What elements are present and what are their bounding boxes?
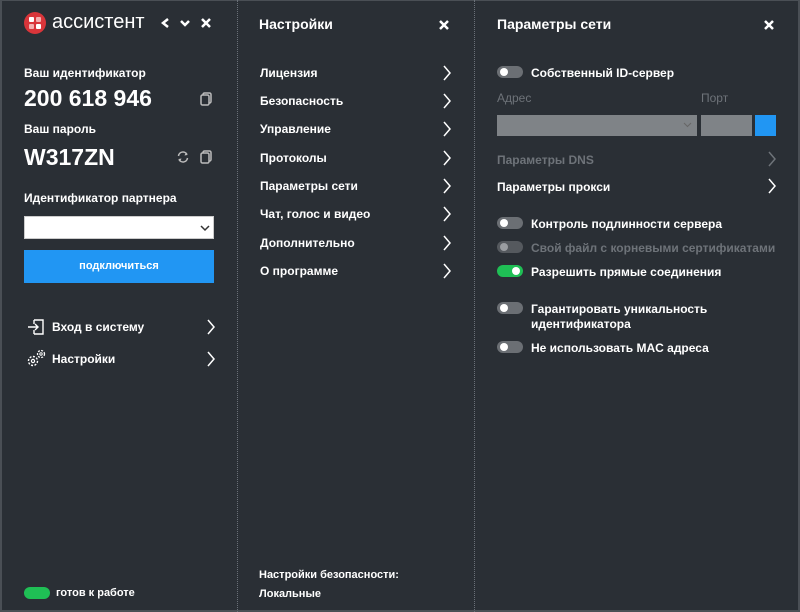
unique-id-label: Гарантировать уникальность идентификатор…	[531, 302, 721, 332]
menu-item-control[interactable]: Управление	[260, 118, 460, 140]
chevron-right-icon	[206, 319, 216, 335]
partner-id-label: Идентификатор партнера	[24, 191, 177, 205]
unique-id-toggle[interactable]	[497, 302, 523, 314]
login-item[interactable]: Вход в систему	[24, 316, 216, 338]
back-icon[interactable]	[160, 17, 172, 29]
address-combobox[interactable]	[497, 115, 697, 136]
login-label: Вход в систему	[52, 320, 144, 334]
menu-item-chat[interactable]: Чат, голос и видео	[260, 203, 460, 225]
direct-connections-label: Разрешить прямые соединения	[531, 265, 721, 279]
status-indicator	[24, 587, 50, 599]
settings-title: Настройки	[259, 16, 333, 32]
chevron-right-icon	[206, 351, 216, 367]
proxy-settings-label[interactable]: Параметры прокси	[497, 180, 610, 194]
dns-chevron-right-icon	[767, 151, 777, 167]
menu-item-security[interactable]: Безопасность	[260, 90, 460, 112]
login-icon	[26, 317, 46, 337]
gears-icon	[25, 348, 47, 370]
menu-item-label: Безопасность	[260, 94, 343, 108]
server-auth-label: Контроль подлинности сервера	[531, 217, 722, 231]
close-network-icon[interactable]	[763, 19, 775, 31]
security-settings-value: Локальные	[259, 588, 321, 600]
panel-divider	[237, 0, 238, 612]
menu-item-label: Параметры сети	[260, 179, 358, 193]
chevron-right-icon	[442, 206, 452, 222]
no-mac-toggle[interactable]	[497, 341, 523, 353]
collapse-icon[interactable]	[179, 17, 191, 29]
copy-id-icon[interactable]	[200, 92, 212, 106]
menu-item-advanced[interactable]: Дополнительно	[260, 232, 460, 254]
close-settings-icon[interactable]	[438, 19, 450, 31]
id-label: Ваш идентификатор	[24, 66, 146, 80]
chevron-down-icon	[683, 121, 692, 129]
menu-item-protocols[interactable]: Протоколы	[260, 147, 460, 169]
copy-password-icon[interactable]	[200, 150, 212, 164]
menu-item-network[interactable]: Параметры сети	[260, 175, 460, 197]
dns-settings-label: Параметры DNS	[497, 153, 594, 167]
port-input[interactable]	[701, 115, 752, 136]
menu-item-label: Управление	[260, 122, 331, 136]
root-cert-toggle[interactable]	[497, 241, 523, 253]
logo-icon	[24, 12, 46, 34]
own-server-toggle[interactable]	[497, 66, 523, 78]
menu-item-label: О программе	[260, 264, 338, 278]
server-auth-toggle[interactable]	[497, 217, 523, 229]
connect-button[interactable]: подключиться	[24, 250, 214, 283]
refresh-password-icon[interactable]	[176, 150, 190, 164]
settings-label: Настройки	[52, 352, 115, 366]
panel-divider	[474, 0, 475, 612]
close-icon[interactable]	[200, 17, 212, 29]
menu-item-label: Дополнительно	[260, 236, 355, 250]
menu-item-about[interactable]: О программе	[260, 260, 460, 282]
menu-item-label: Протоколы	[260, 151, 327, 165]
app-title: ассистент	[52, 11, 145, 34]
own-server-label: Собственный ID-сервер	[531, 66, 674, 80]
id-value: 200 618 946	[24, 85, 152, 112]
direct-connections-toggle[interactable]	[497, 265, 523, 277]
menu-item-label: Чат, голос и видео	[260, 207, 370, 221]
partner-id-combobox[interactable]	[24, 216, 214, 239]
proxy-chevron-right-icon[interactable]	[767, 178, 777, 194]
chevron-right-icon	[442, 178, 452, 194]
network-title: Параметры сети	[497, 16, 611, 32]
status-text: готов к работе	[56, 587, 135, 599]
chevron-right-icon	[442, 150, 452, 166]
port-label: Порт	[701, 91, 728, 105]
chevron-right-icon	[442, 65, 452, 81]
chevron-right-icon	[442, 263, 452, 279]
chevron-right-icon	[442, 93, 452, 109]
root-cert-label: Свой файл с корневыми сертификатами	[531, 241, 775, 255]
no-mac-label: Не использовать MAC адреса	[531, 341, 709, 355]
settings-item[interactable]: Настройки	[24, 348, 216, 370]
chevron-down-icon[interactable]	[200, 223, 210, 233]
menu-item-license[interactable]: Лицензия	[260, 62, 460, 84]
menu-item-label: Лицензия	[260, 66, 317, 80]
chevron-right-icon	[442, 235, 452, 251]
apply-server-button[interactable]	[755, 115, 776, 136]
chevron-right-icon	[442, 121, 452, 137]
password-label: Ваш пароль	[24, 122, 96, 136]
address-label: Адрес	[497, 91, 531, 105]
security-settings-label: Настройки безопасности:	[259, 569, 399, 581]
password-value: W317ZN	[24, 144, 115, 171]
